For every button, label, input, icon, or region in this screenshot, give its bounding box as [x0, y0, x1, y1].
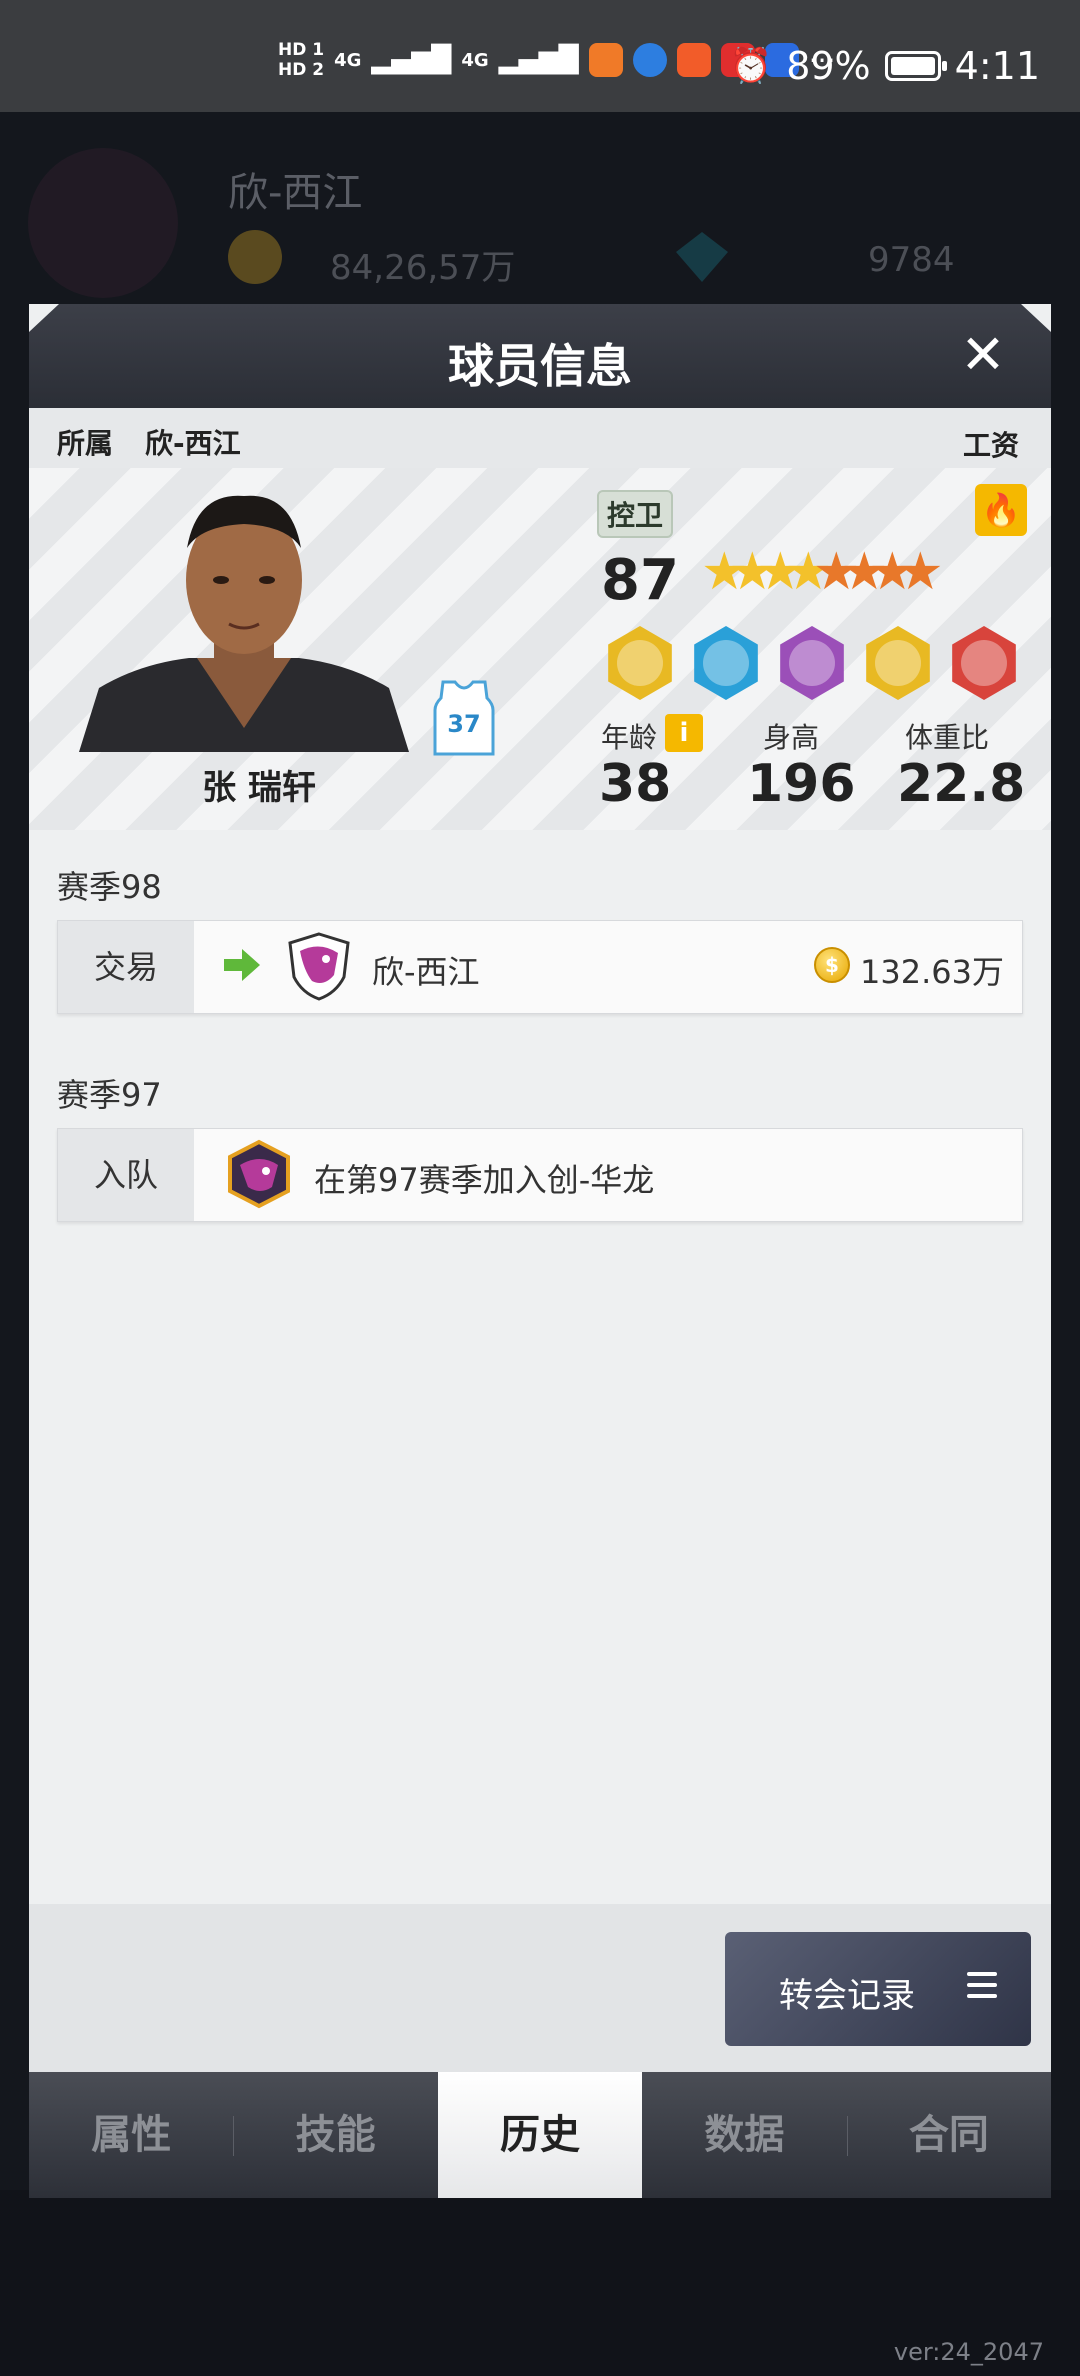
background-gems: 9784 [868, 240, 955, 280]
history-row[interactable]: 交易 欣-西江 $ 132.63万 [57, 920, 1023, 1014]
age-label: 年龄 [601, 721, 658, 754]
player-portrait [79, 495, 409, 752]
team-logo-xijiang [288, 932, 350, 1001]
star-gold-icon: ★ [757, 542, 804, 602]
badge-emblem [875, 640, 921, 686]
background-coins: 84,26,57万 [330, 248, 516, 288]
tab-history[interactable]: 历史 [437, 2072, 643, 2198]
star-orange-icon: ★ [897, 542, 944, 602]
info-icon[interactable]: i [665, 714, 703, 752]
star-gold-icon: ★ [701, 542, 748, 602]
event-description: 在第97赛季加入创-华龙 [314, 1161, 655, 1199]
star-orange-icon: ★ [841, 542, 888, 602]
modal-title: 球员信息 [448, 339, 632, 393]
star-orange-icon: ★ [869, 542, 916, 602]
player-info-modal: 球员信息 ✕ 所属 欣-西江 工资 张 瑞轩 37 控卫 🔥 87 ★ ★ ★ ★ ★ ★… [29, 304, 1051, 2198]
height-label: 身高 [763, 721, 820, 754]
jersey-number: 37 [447, 710, 480, 738]
alarm-icon: ⏰ [729, 46, 773, 86]
status-right-icons: ⏰ 89% 4:11 [730, 44, 1040, 88]
purple-player-badge-icon[interactable] [780, 626, 844, 700]
gold-player-badge-icon[interactable] [608, 626, 672, 700]
star-rating: ★ ★ ★ ★ ★ ★ ★ ★ [701, 542, 944, 602]
skill-badges [603, 626, 1021, 700]
badge-emblem [961, 640, 1007, 686]
transfer-amount: 132.63万 [860, 953, 1004, 991]
sim2-label: HD 2 [278, 60, 325, 80]
clock: 4:11 [954, 44, 1040, 88]
event-type: 交易 [58, 921, 194, 1013]
affiliation-label: 所属 [57, 427, 114, 460]
player-rating: 87 [601, 548, 679, 613]
video-app-icon [588, 43, 623, 77]
weight-ratio-label: 体重比 [905, 721, 990, 754]
badge-emblem [703, 640, 749, 686]
tab-attributes[interactable]: 属性 [29, 2072, 233, 2198]
position-tag: 控卫 [597, 490, 674, 538]
team-logo-hualong [228, 1139, 290, 1209]
network2-label: 4G [461, 49, 489, 71]
status-bar: HD 1 HD 2 4G ▂▄▆█ 4G ▂▄▆█ ··· ⏰ 89% 4:11 [0, 0, 1080, 112]
jersey-icon: 37 [433, 680, 495, 756]
modal-header: 球员信息 ✕ [29, 304, 1051, 408]
signal-icon: ▂▄▆█ [371, 45, 452, 75]
fire-icon[interactable]: 🔥 [975, 484, 1027, 536]
event-type: 入队 [58, 1129, 194, 1221]
player-card: 张 瑞轩 37 控卫 🔥 87 ★ ★ ★ ★ ★ ★ ★ ★ 年龄 i 38 身高 196 … [29, 468, 1051, 830]
red-player-badge-icon[interactable] [952, 626, 1016, 700]
menu-icon [967, 1972, 997, 2002]
star-gold-icon: ★ [729, 542, 776, 602]
browser-app-icon [632, 43, 667, 77]
tab-skills[interactable]: 技能 [233, 2072, 437, 2198]
signal-icon: ▂▄▆█ [498, 45, 579, 75]
battery-icon [884, 51, 947, 81]
badge-emblem [617, 640, 663, 686]
season-label: 赛季98 [57, 868, 162, 906]
star-gold-icon: ★ [785, 542, 832, 602]
battery-percent: 89% [786, 44, 871, 88]
team-logo-background [28, 148, 178, 298]
winged-badge-icon[interactable] [866, 626, 930, 700]
season-label: 赛季97 [57, 1076, 162, 1114]
badge-emblem [789, 640, 835, 686]
transfer-record-button[interactable]: 转会记录 [725, 1932, 1031, 2046]
player-name: 张 瑞轩 [202, 768, 316, 808]
star-orange-icon: ★ [813, 542, 860, 602]
version-label: ver:24_2047 [893, 2338, 1044, 2366]
coin-icon: $ [814, 947, 850, 983]
affiliation-value: 欣-西江 [145, 427, 241, 460]
coin-icon [228, 230, 282, 284]
history-row[interactable]: 入队 在第97赛季加入创-华龙 [57, 1128, 1023, 1222]
network1-label: 4G [334, 49, 362, 71]
height-value: 196 [747, 754, 856, 814]
transfer-record-label: 转会记录 [779, 1976, 915, 2016]
tab-bar: 属性 技能 历史 数据 合同 [29, 2072, 1051, 2198]
weight-ratio-value: 22.8 [897, 754, 1026, 814]
age-value: 38 [599, 754, 672, 814]
event-team: 欣-西江 [372, 953, 480, 991]
lightning-badge-icon[interactable] [694, 626, 758, 700]
salary-label[interactable]: 工资 [963, 424, 1019, 464]
close-button[interactable]: ✕ [955, 328, 1011, 384]
tab-stats[interactable]: 数据 [642, 2072, 846, 2198]
kuaishou-app-icon [676, 43, 711, 77]
background-team-name: 欣-西江 [228, 170, 363, 216]
arrow-right-icon [224, 949, 260, 981]
tab-contract[interactable]: 合同 [846, 2072, 1051, 2198]
sim1-label: HD 1 [278, 40, 325, 60]
affiliation-row: 所属 欣-西江 工资 [29, 408, 1051, 468]
